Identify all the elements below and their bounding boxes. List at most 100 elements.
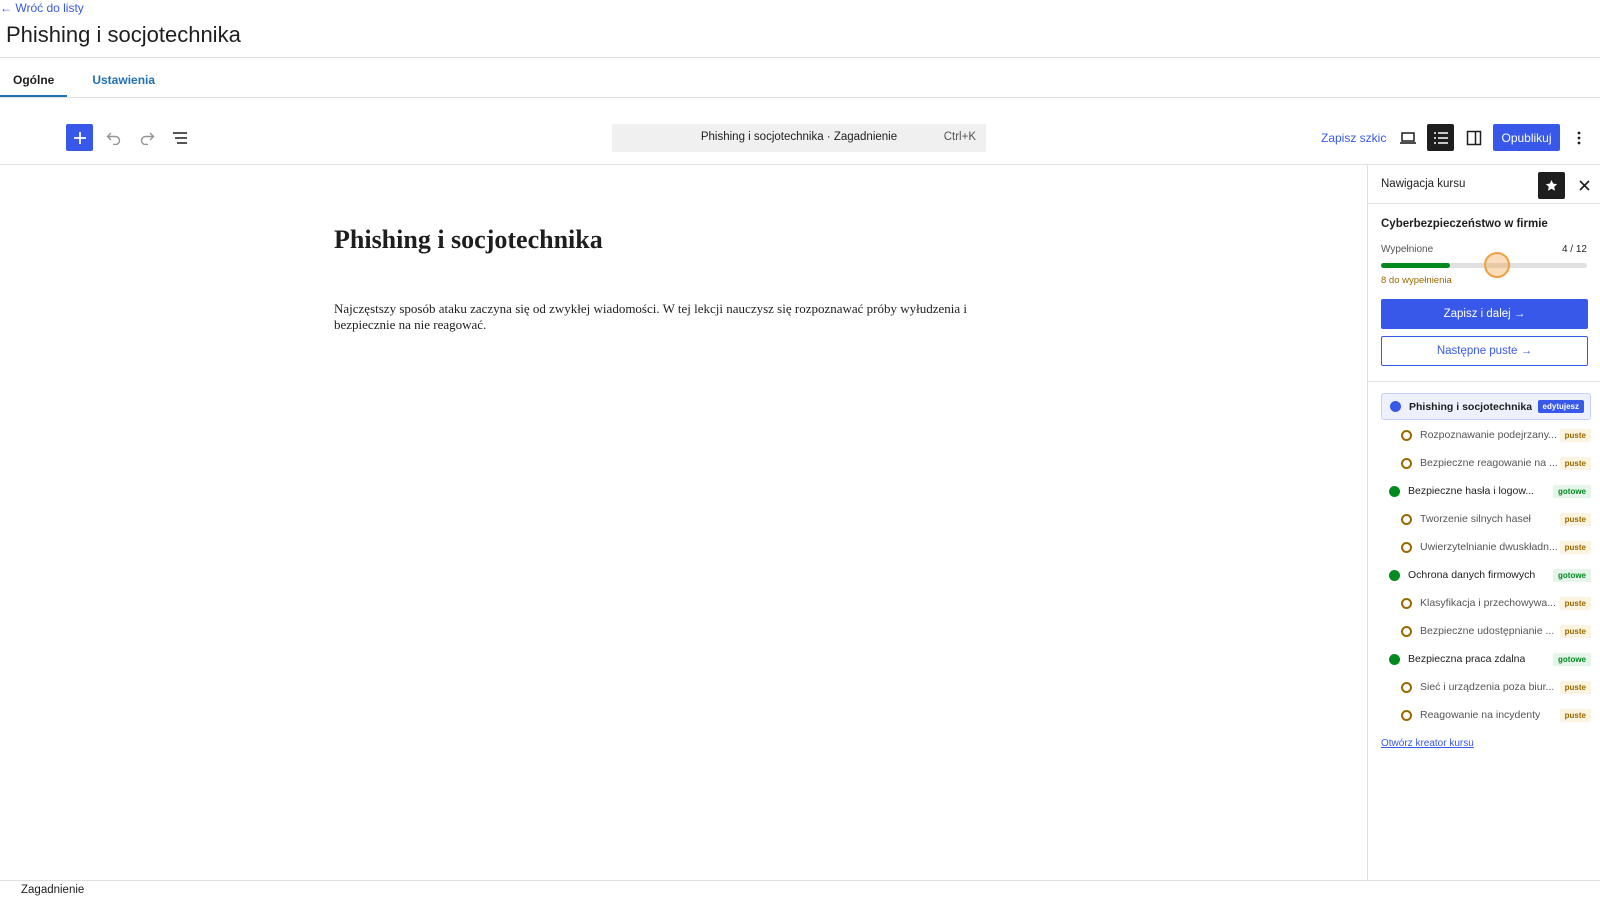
course-navigation-toggle[interactable] <box>1427 124 1454 151</box>
status-badge: gotowe <box>1553 568 1591 582</box>
publish-button[interactable]: Opublikuj <box>1493 124 1560 151</box>
editor-canvas: Phishing i socjotechnika Najczęstszy spo… <box>0 165 1367 880</box>
progress-label: Wypełnione <box>1381 244 1434 255</box>
lesson-item[interactable]: Bezpieczna praca zdalna gotowe <box>1381 645 1591 673</box>
tabs-divider <box>0 97 1600 98</box>
star-icon <box>1545 179 1558 191</box>
status-complete-icon <box>1389 653 1400 665</box>
desktop-preview-icon <box>1399 131 1416 144</box>
lesson-label: Reagowanie na incydenty <box>1420 709 1541 721</box>
lesson-item[interactable]: Tworzenie silnych haseł puste <box>1381 505 1591 533</box>
sidebar-title: Nawigacja kursu <box>1381 178 1466 190</box>
status-empty-icon <box>1401 709 1412 721</box>
plus-icon <box>73 131 86 144</box>
save-draft-button[interactable]: Zapisz szkic <box>1321 131 1386 145</box>
status-empty-icon <box>1401 429 1412 441</box>
status-badge: gotowe <box>1553 484 1591 498</box>
document-title-label: Phishing i socjotechnika · Zagadnienie <box>700 131 898 143</box>
lesson-item[interactable]: Sieć i urządzenia poza biur... puste <box>1381 673 1591 701</box>
lesson-label: Bezpieczne reagowanie na ... <box>1420 457 1558 469</box>
sidebar-header: Nawigacja kursu <box>1368 165 1600 204</box>
progress-marker <box>1484 252 1510 278</box>
editor-toolbar: Phishing i socjotechnika · Zagadnienie C… <box>0 118 1600 158</box>
status-badge: puste <box>1559 708 1591 722</box>
next-empty-button[interactable]: Następne puste → <box>1381 336 1588 366</box>
lesson-item[interactable]: Klasyfikacja i przechowywa... puste <box>1381 589 1591 617</box>
more-vertical-icon <box>1577 131 1581 144</box>
course-title: Cyberbezpieczeństwo w firmie <box>1381 218 1548 230</box>
tab-settings[interactable]: Ustawienia <box>79 58 168 97</box>
lesson-label: Tworzenie silnych haseł <box>1420 513 1531 525</box>
lesson-item[interactable]: Rozpoznawanie podejrzany... puste <box>1381 421 1591 449</box>
status-badge: puste <box>1559 680 1591 694</box>
lesson-label: Bezpieczne hasła i logow... <box>1408 485 1535 497</box>
undo-button[interactable] <box>100 124 127 151</box>
lesson-item[interactable]: Uwierzytelnianie dwuskładn... puste <box>1381 533 1591 561</box>
status-current-icon <box>1390 401 1401 412</box>
lesson-label: Rozpoznawanie podejrzany... <box>1420 429 1557 441</box>
save-and-next-button[interactable]: Zapisz i dalej → <box>1381 299 1588 329</box>
command-palette-bar[interactable]: Phishing i socjotechnika · Zagadnienie C… <box>612 124 986 152</box>
status-empty-icon <box>1401 541 1412 553</box>
post-paragraph[interactable]: Najczęstszy sposób ataku zaczyna się od … <box>334 301 994 333</box>
settings-sidebar-toggle[interactable] <box>1460 124 1487 151</box>
pin-sidebar-button[interactable] <box>1538 172 1565 199</box>
status-empty-icon <box>1401 457 1412 469</box>
undo-icon <box>106 132 120 145</box>
add-block-button[interactable] <box>66 124 93 151</box>
post-title[interactable]: Phishing i socjotechnika <box>334 225 603 255</box>
sidebar-icon <box>1466 130 1481 145</box>
lesson-label: Ochrona danych firmowych <box>1408 569 1536 581</box>
status-badge: gotowe <box>1553 652 1591 666</box>
lesson-label: Bezpieczna praca zdalna <box>1408 653 1526 665</box>
progress-bar <box>1381 252 1587 278</box>
header-divider <box>0 57 1600 58</box>
course-navigation-sidebar: Nawigacja kursu Cyberbezpieczeństwo w fi… <box>1367 165 1600 880</box>
lesson-item[interactable]: Bezpieczne reagowanie na ... puste <box>1381 449 1591 477</box>
status-badge: puste <box>1559 512 1591 526</box>
lesson-item-current[interactable]: Phishing i socjotechnika edytujesz <box>1381 393 1591 420</box>
status-empty-icon <box>1401 681 1412 693</box>
document-overview-button[interactable] <box>166 124 193 151</box>
status-empty-icon <box>1401 625 1412 637</box>
redo-button[interactable] <box>133 124 160 151</box>
lesson-label: Sieć i urządzenia poza biur... <box>1420 681 1555 693</box>
tab-general[interactable]: Ogólne <box>0 58 68 98</box>
lesson-item[interactable]: Bezpieczne udostępnianie ... puste <box>1381 617 1591 645</box>
lesson-item[interactable]: Reagowanie na incydenty puste <box>1381 701 1591 729</box>
tab-bar: Ogólne Ustawienia <box>0 58 168 98</box>
status-badge: edytujesz <box>1537 400 1584 413</box>
lesson-label: Uwierzytelnianie dwuskładn... <box>1420 541 1558 553</box>
page-title: Phishing i socjotechnika <box>6 22 241 47</box>
status-empty-icon <box>1401 597 1412 609</box>
lesson-label: Klasyfikacja i przechowywa... <box>1420 597 1556 609</box>
status-badge: puste <box>1559 428 1591 442</box>
back-to-list-link[interactable]: ← Wróć do listy <box>0 1 84 15</box>
lesson-item[interactable]: Ochrona danych firmowych gotowe <box>1381 561 1591 589</box>
status-badge: puste <box>1559 596 1591 610</box>
footer-divider <box>0 880 1600 881</box>
progress-count: 4 / 12 <box>1561 244 1587 255</box>
preview-button[interactable] <box>1394 124 1421 151</box>
list-view-icon <box>172 131 187 144</box>
lesson-item[interactable]: Bezpieczne hasła i logow... gotowe <box>1381 477 1591 505</box>
progress-bar-fill <box>1381 263 1450 268</box>
status-complete-icon <box>1389 485 1400 497</box>
status-badge: puste <box>1559 624 1591 638</box>
close-sidebar-button[interactable] <box>1571 172 1598 199</box>
status-complete-icon <box>1389 569 1400 581</box>
open-course-builder-link[interactable]: Otwórz kreator kursu <box>1381 738 1474 749</box>
status-badge: puste <box>1559 456 1591 470</box>
close-icon <box>1579 180 1590 191</box>
shortcut-hint: Ctrl+K <box>943 131 976 143</box>
status-empty-icon <box>1401 513 1412 525</box>
list-icon <box>1433 131 1448 144</box>
redo-icon <box>140 132 154 145</box>
sidebar-divider <box>1368 381 1600 382</box>
lesson-label: Bezpieczne udostępnianie ... <box>1420 625 1555 637</box>
lesson-list: Phishing i socjotechnika edytujesz Rozpozn… <box>1381 393 1591 729</box>
status-badge: puste <box>1559 540 1591 554</box>
lesson-label: Phishing i socjotechnika <box>1409 400 1533 413</box>
remaining-count: 8 do wypełnienia <box>1381 275 1452 286</box>
more-options-button[interactable] <box>1569 124 1589 151</box>
